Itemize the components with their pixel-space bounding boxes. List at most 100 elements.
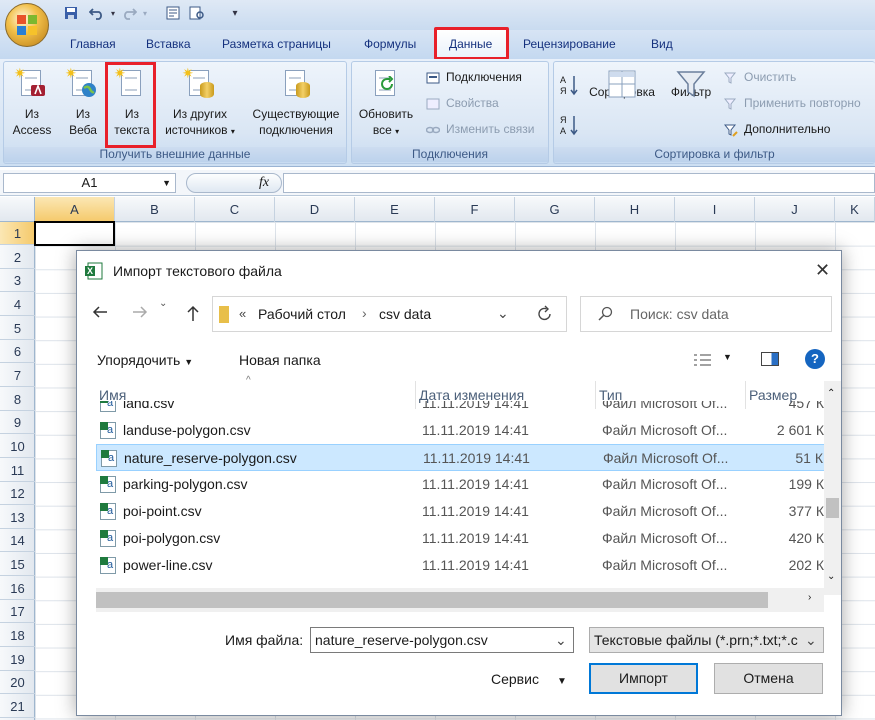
column-header[interactable]: B (115, 197, 195, 222)
cancel-button[interactable]: Отмена (714, 663, 823, 694)
column-header[interactable]: K (835, 197, 875, 222)
new-folder-button[interactable]: Новая папка (239, 352, 321, 368)
path-desktop[interactable]: Рабочий стол (258, 306, 346, 322)
file-row[interactable]: nature_reserve-polygon.csv 11.11.2019 14:… (96, 444, 826, 471)
selected-cell[interactable] (34, 221, 115, 246)
file-type-select[interactable]: Текстовые файлы (*.prn;*.txt;*.c ⌄ (589, 627, 824, 653)
column-header[interactable]: A (35, 197, 115, 222)
column-header[interactable]: F (435, 197, 515, 222)
sort-asc-icon[interactable]: АЯ (560, 74, 580, 96)
scroll-down-icon[interactable]: ⌄ (827, 571, 835, 582)
refresh-all-button[interactable]: Обновить все ▾ (356, 68, 416, 140)
row-header[interactable]: 17 (0, 600, 35, 624)
edit-links-button[interactable]: Изменить связи (425, 118, 534, 140)
row-header[interactable]: 4 (0, 293, 35, 316)
chevron-down-icon[interactable]: ▼ (162, 174, 171, 192)
row-header[interactable]: 10 (0, 435, 35, 458)
chevron-down-icon[interactable]: ⌄ (805, 628, 817, 652)
tab-review[interactable]: Рецензирование (523, 37, 616, 55)
formula-input[interactable] (283, 173, 875, 193)
chevron-down-icon[interactable]: ⌄ (497, 305, 509, 322)
advanced-filter-button[interactable]: Дополнительно (723, 118, 830, 140)
path-csv-data[interactable]: csv data (379, 306, 431, 322)
from-web-button[interactable]: ✷ Из Веба (60, 66, 106, 138)
row-header[interactable]: 3 (0, 269, 35, 293)
file-row[interactable]: poi-polygon.csv 11.11.2019 14:41 Файл Micr… (96, 525, 826, 552)
file-row[interactable]: power-line.csv 11.11.2019 14:41 Файл Micro… (96, 552, 826, 579)
horizontal-scrollbar[interactable]: ‹ › (96, 588, 824, 612)
column-header[interactable]: D (275, 197, 355, 222)
close-icon[interactable]: ✕ (815, 260, 830, 281)
row-header[interactable]: 9 (0, 411, 35, 435)
from-other-sources-button[interactable]: ✷ Из других источников ▾ (156, 66, 244, 140)
recent-dropdown-icon[interactable]: ⌄ (159, 298, 167, 309)
file-row[interactable]: landuse-polygon.csv 11.11.2019 14:41 Файл … (96, 417, 826, 444)
row-header[interactable]: 8 (0, 388, 35, 411)
name-box[interactable]: A1 ▼ (3, 173, 176, 193)
row-header[interactable]: 16 (0, 577, 35, 600)
row-header[interactable]: 12 (0, 482, 35, 506)
row-header[interactable]: 2 (0, 246, 35, 269)
filename-input[interactable]: nature_reserve-polygon.csv ⌄ (310, 627, 574, 653)
filter-button[interactable]: Фильтр (666, 68, 716, 100)
preview-pane-icon[interactable] (761, 352, 779, 366)
sort-button[interactable]: Сортировка (584, 68, 660, 100)
service-button[interactable]: Сервис ▼ (491, 671, 567, 687)
scroll-right-icon[interactable]: › (808, 592, 811, 603)
row-header[interactable]: 21 (0, 695, 35, 718)
row-header[interactable]: 1 (0, 222, 35, 245)
organize-button[interactable]: Упорядочить ▼ (97, 352, 193, 368)
tab-home[interactable]: Главная (70, 37, 116, 55)
back-arrow-icon[interactable] (91, 304, 109, 323)
view-options-icon[interactable] (693, 353, 713, 370)
refresh-icon[interactable] (537, 305, 553, 326)
view-dropdown-icon[interactable]: ▼ (723, 352, 732, 362)
file-row[interactable]: parking-polygon.csv 11.11.2019 14:41 Файл … (96, 471, 826, 498)
row-header[interactable]: 20 (0, 671, 35, 695)
tab-data[interactable]: Данные (449, 37, 492, 55)
search-box[interactable]: Поиск: csv data (580, 296, 832, 332)
scroll-up-icon[interactable]: ⌃ (827, 388, 835, 399)
file-row[interactable]: land.csv 11.11.2019 14:41 Файл Microsoft O… (96, 401, 826, 417)
row-header[interactable]: 6 (0, 340, 35, 364)
row-header[interactable]: 19 (0, 648, 35, 671)
form-icon[interactable] (164, 5, 182, 23)
tab-page-layout[interactable]: Разметка страницы (222, 37, 331, 55)
row-header[interactable]: 14 (0, 529, 35, 553)
row-header[interactable]: 15 (0, 553, 35, 577)
column-header[interactable]: J (755, 197, 835, 222)
h-scroll-thumb[interactable] (96, 592, 768, 608)
up-arrow-icon[interactable] (185, 304, 201, 325)
vertical-scrollbar[interactable]: ⌃ ⌄ (824, 381, 841, 595)
clear-filter-button[interactable]: Очистить (723, 66, 796, 88)
chevron-down-icon[interactable]: ⌄ (555, 628, 567, 652)
reapply-button[interactable]: Применить повторно (723, 92, 861, 114)
save-icon[interactable] (62, 5, 80, 23)
row-header[interactable]: 18 (0, 624, 35, 648)
customize-qat-icon[interactable]: ▾ (226, 5, 244, 23)
import-button[interactable]: Импорт (589, 663, 698, 694)
scroll-thumb[interactable] (826, 498, 839, 518)
row-header[interactable]: 13 (0, 506, 35, 529)
tab-view[interactable]: Вид (651, 37, 673, 55)
tab-insert[interactable]: Вставка (146, 37, 191, 55)
file-row[interactable]: poi-point.csv 11.11.2019 14:41 Файл Micros… (96, 498, 826, 525)
tab-formulas[interactable]: Формулы (364, 37, 416, 55)
column-header[interactable]: H (595, 197, 675, 222)
office-button[interactable] (5, 3, 49, 47)
redo-dropdown-icon[interactable]: ▾ (136, 5, 154, 23)
column-header[interactable]: E (355, 197, 435, 222)
from-access-button[interactable]: ✷ Из Access (8, 66, 56, 138)
column-header[interactable]: I (675, 197, 755, 222)
connections-button[interactable]: Подключения (426, 66, 522, 88)
select-all-corner[interactable] (0, 197, 35, 222)
existing-connections-button[interactable]: Существующие подключения (248, 68, 344, 138)
path-overflow[interactable]: « (239, 306, 246, 321)
forward-arrow-icon[interactable] (131, 304, 149, 323)
row-header[interactable]: 11 (0, 459, 35, 482)
row-header[interactable]: 5 (0, 317, 35, 340)
row-header[interactable]: 7 (0, 364, 35, 387)
address-bar[interactable]: « Рабочий стол › csv data ⌄ (212, 296, 567, 332)
column-header[interactable]: G (515, 197, 595, 222)
help-icon[interactable]: ? (805, 349, 825, 369)
